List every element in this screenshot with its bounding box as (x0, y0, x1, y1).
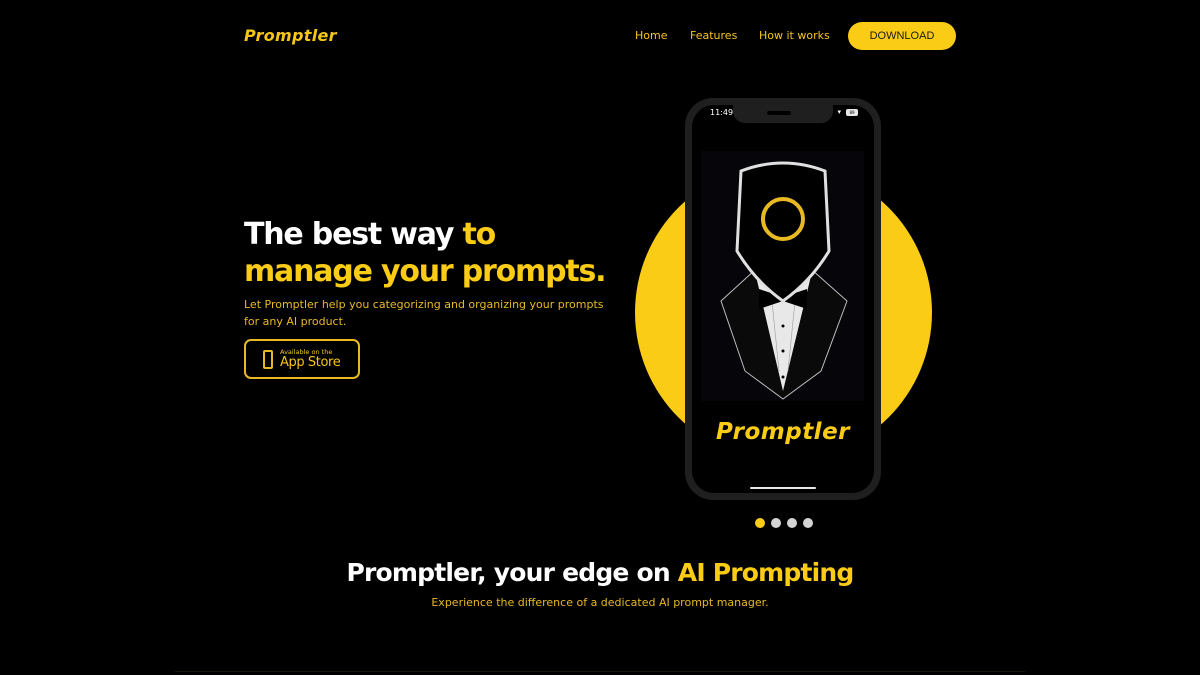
nav-link-home[interactable]: Home (635, 29, 667, 42)
phone-icon (263, 349, 273, 369)
app-store-text: Available on the App Store (280, 348, 341, 370)
screen-logo: Promptler (715, 419, 851, 445)
status-time: 11:49 (710, 108, 734, 117)
carousel-dot-3[interactable] (787, 518, 797, 528)
carousel-dot-1[interactable] (755, 518, 765, 528)
phone-screen: 11:49 ▾ 89 Promptler (692, 105, 874, 493)
app-store-button[interactable]: Available on the App Store (244, 339, 360, 379)
hero-title-white: The best way (244, 217, 463, 252)
carousel-dot-2[interactable] (771, 518, 781, 528)
speaker-icon (767, 111, 791, 115)
wifi-icon: ▾ (837, 108, 841, 116)
app-store-big-label: App Store (280, 355, 341, 370)
top-nav: Promptler Home Features How it works DOW… (0, 0, 1200, 72)
carousel-dot-4[interactable] (803, 518, 813, 528)
mascot-artwork (701, 151, 864, 401)
nav-link-features[interactable]: Features (690, 29, 737, 42)
hero-title-yellow-to: to (462, 217, 497, 252)
hero-title: The best way to manage your prompts. (244, 216, 607, 290)
hero-subtitle: Let Promptler help you categorizing and … (244, 298, 604, 328)
download-button[interactable]: DOWNLOAD (848, 22, 956, 50)
section-title-white: Promptler, your edge on (346, 558, 678, 587)
section-title: Promptler, your edge on AI Prompting (0, 558, 1200, 587)
battery-icon: 89 (846, 109, 858, 116)
hero-title-yellow: manage your prompts. (244, 254, 607, 289)
section-title-yellow: AI Prompting (677, 558, 855, 587)
home-indicator (750, 487, 816, 489)
phone-mockup: 11:49 ▾ 89 Promptler (685, 98, 881, 500)
brand-logo[interactable]: Promptler (244, 26, 337, 45)
section-subtitle: Experience the difference of a dedicated… (431, 596, 769, 609)
phone-notch (733, 105, 833, 123)
nav-link-how-it-works[interactable]: How it works (759, 29, 830, 42)
carousel-dots (755, 518, 813, 528)
section-divider (175, 671, 1025, 672)
